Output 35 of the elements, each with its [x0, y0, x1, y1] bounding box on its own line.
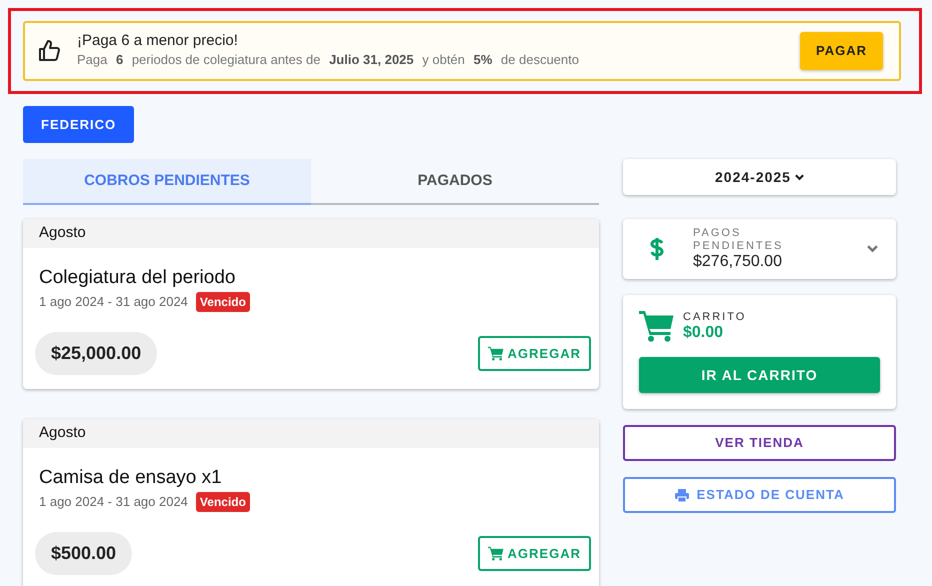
pay-button[interactable]: PAGAR — [800, 32, 883, 70]
charge-title: Camisa de ensayo x1 — [39, 466, 223, 490]
amount-pill: $500.00 — [35, 532, 132, 575]
status-badge: Vencido — [196, 492, 250, 512]
pending-label: PAGOS PENDIENTES — [693, 227, 784, 253]
cart-icon — [488, 346, 504, 361]
chevron-down-icon — [794, 174, 804, 180]
date-range: 1 ago 2024 - 31 ago 2024 — [39, 293, 188, 312]
add-button[interactable]: AGREGAR — [478, 336, 591, 372]
cart-label: CARRITO — [683, 310, 746, 324]
amount-pill: $25,000.00 — [35, 332, 158, 375]
cart-amount: $0.00 — [683, 324, 724, 342]
statement-button[interactable]: ESTADO DE CUENTA — [623, 477, 896, 513]
printer-icon — [674, 488, 689, 502]
tab[interactable]: COBROS PENDIENTES — [23, 159, 311, 205]
student-button[interactable]: FEDERICO — [23, 106, 134, 143]
date-range: 1 ago 2024 - 31 ago 2024 — [39, 493, 188, 512]
promo-title: ¡Paga 6 a menor precio! — [77, 32, 239, 50]
cart-icon — [639, 309, 675, 343]
cart-icon — [488, 546, 504, 561]
go-to-cart-button[interactable]: IR AL CARRITO — [639, 357, 880, 393]
promo-message: Paga 6 periodos de colegiatura antes de Julio 31, 2025 y obtén 5% de descuento — [77, 51, 580, 69]
chevron-down-icon — [867, 245, 878, 253]
dollar-icon — [649, 236, 665, 262]
charge-title: Colegiatura del periodo — [39, 266, 236, 290]
tab[interactable]: PAGADOS — [311, 159, 599, 205]
school-year-dropdown[interactable]: 2024-2025 — [623, 159, 896, 195]
month-header: Agosto — [23, 419, 599, 448]
store-button[interactable]: VER TIENDA — [623, 425, 896, 461]
add-button[interactable]: AGREGAR — [478, 536, 591, 572]
pending-payments-card[interactable]: PAGOS PENDIENTES $276,750.00 — [623, 219, 896, 279]
status-badge: Vencido — [196, 292, 250, 312]
pending-amount: $276,750.00 — [693, 253, 783, 271]
month-header: Agosto — [23, 219, 599, 248]
thumbs-up-icon — [37, 38, 61, 63]
